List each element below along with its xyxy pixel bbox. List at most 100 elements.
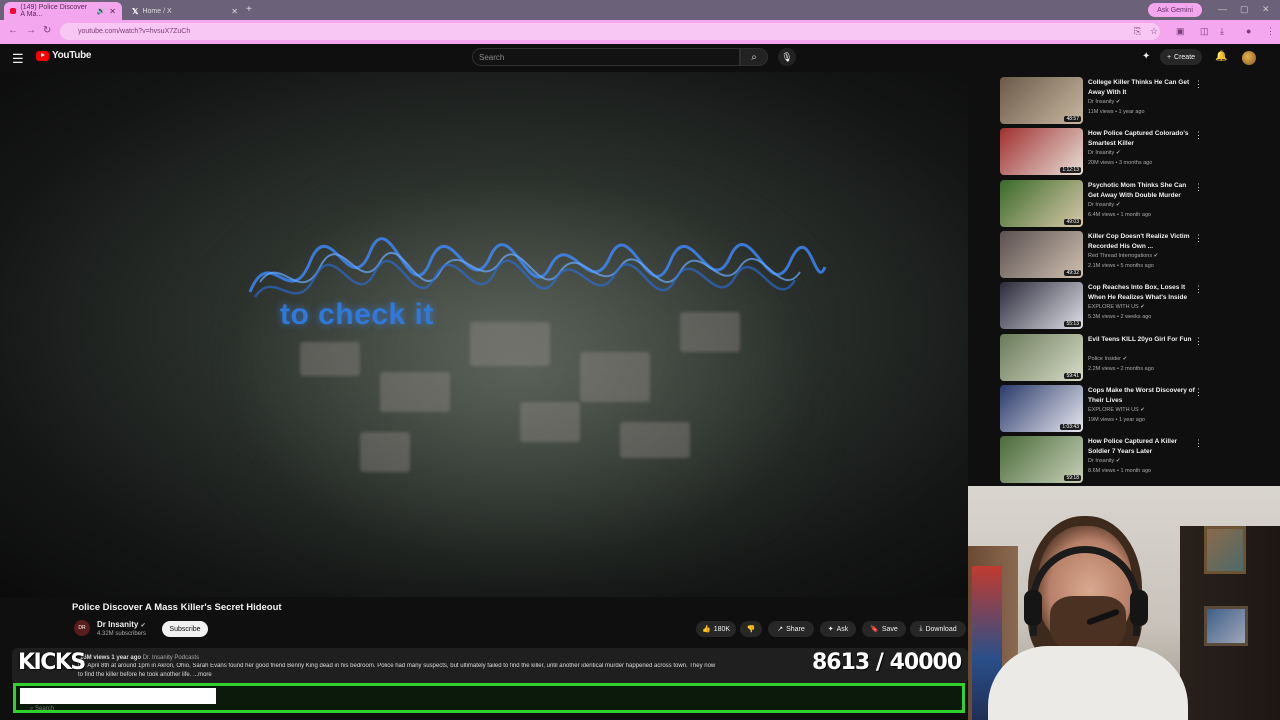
more-options-icon[interactable]: ⋮ <box>1194 130 1203 141</box>
forward-icon[interactable]: → <box>26 25 36 36</box>
related-video-title[interactable]: Cops Make the Worst Discovery of Their L… <box>1088 386 1196 406</box>
related-video-channel[interactable]: Dr Insanity ✔ <box>1088 458 1120 464</box>
video-thumbnail[interactable]: 59:41 <box>1000 333 1083 381</box>
related-video-channel[interactable]: Dr Insanity ✔ <box>1088 99 1120 105</box>
search-button[interactable]: ⌕ <box>740 48 768 66</box>
related-video-title[interactable]: Cop Reaches Into Box, Loses It When He R… <box>1088 283 1196 303</box>
related-video-title[interactable]: Killer Cop Doesn't Realize Victim Record… <box>1088 232 1196 252</box>
video-thumbnail[interactable]: 55:13 <box>1000 282 1083 330</box>
like-button[interactable]: 👍 180K <box>696 621 736 637</box>
download-icon[interactable]: ⤓ <box>1220 26 1224 37</box>
ask-gemini-button[interactable]: Ask Gemini <box>1148 3 1202 17</box>
background-painting <box>1204 526 1246 574</box>
video-thumbnail[interactable]: 1:03:43 <box>1000 384 1083 432</box>
save-button[interactable]: 🔖 Save <box>862 621 906 637</box>
close-tab-icon[interactable]: ✕ <box>231 7 238 16</box>
duration-badge: 59:41 <box>1064 372 1081 379</box>
video-thumbnail[interactable]: 49:03 <box>1000 179 1083 227</box>
account-avatar[interactable] <box>1242 51 1256 65</box>
taskbar <box>0 704 968 720</box>
tab-youtube[interactable]: (149) Police Discover A Ma... 🔊 ✕ <box>4 2 122 20</box>
verified-check-icon: ✔ <box>1115 458 1121 465</box>
more-options-icon[interactable]: ⋮ <box>1194 182 1203 193</box>
voice-search-button[interactable]: 🎙 <box>778 48 796 66</box>
more-options-icon[interactable]: ⋮ <box>1194 438 1203 449</box>
video-thumbnail[interactable]: 1:12:13 <box>1000 128 1083 176</box>
extensions-icon[interactable]: ▣ <box>1176 26 1185 37</box>
headset-earcup <box>1130 590 1148 626</box>
related-video-item[interactable]: 55:13 Cop Reaches Into Box, Loses It When… <box>1000 282 1210 330</box>
sidebar-icon[interactable]: ◫ <box>1200 26 1209 37</box>
back-icon[interactable]: ← <box>8 25 18 36</box>
related-video-channel[interactable]: Red Thread Interrogations ✔ <box>1088 253 1158 259</box>
related-video-item[interactable]: 59:41 Evil Teens KILL 20yo Girl For Fun Po… <box>1000 333 1210 381</box>
notifications-bell-icon[interactable]: 🔔 <box>1215 51 1227 62</box>
menu-kebab-icon[interactable]: ⋮ <box>1266 26 1275 37</box>
verified-check-icon: ✔ <box>1153 252 1159 259</box>
ask-label: Ask <box>836 625 849 633</box>
thumbs-down-icon: 👎 <box>746 626 756 633</box>
maximize-icon[interactable]: ▢ <box>1240 4 1249 15</box>
related-video-channel[interactable]: Police Insider ✔ <box>1088 356 1127 362</box>
related-video-meta: 11M views • 1 year ago <box>1088 109 1145 115</box>
taskbar-search[interactable]: ⌕ Search <box>30 706 54 713</box>
minimize-icon[interactable]: — <box>1218 4 1227 14</box>
close-window-icon[interactable]: ✕ <box>1262 4 1270 15</box>
related-video-channel-name: EXPLORE WITH US <box>1088 406 1139 413</box>
video-thumbnail[interactable]: 49:32 <box>1000 230 1083 278</box>
hamburger-menu-icon[interactable]: ☰ <box>12 51 24 67</box>
related-video-channel[interactable]: Dr Insanity ✔ <box>1088 150 1120 156</box>
url-input[interactable]: youtube.com/watch?v=hvsuX7ZuCh <box>60 23 1160 40</box>
channel-name[interactable]: Dr Insanity ✔ <box>97 620 146 629</box>
more-link[interactable]: ...more <box>193 672 212 678</box>
url-text: youtube.com/watch?v=hvsuX7ZuCh <box>78 28 191 35</box>
related-video-title[interactable]: Psychotic Mom Thinks She Can Get Away Wi… <box>1088 181 1196 201</box>
tab-x[interactable]: 𝕏 Home / X ✕ <box>126 2 244 20</box>
related-video-item[interactable]: 1:12:13 How Police Captured Colorado's Sm… <box>1000 128 1210 176</box>
more-options-icon[interactable]: ⋮ <box>1194 387 1203 398</box>
more-options-icon[interactable]: ⋮ <box>1194 79 1203 90</box>
download-button[interactable]: ⤓ Download <box>910 621 966 637</box>
video-thumbnail[interactable]: 59:18 <box>1000 436 1083 484</box>
related-video-channel[interactable]: EXPLORE WITH US ✔ <box>1088 407 1145 413</box>
related-video-item[interactable]: 1:03:43 Cops Make the Worst Discovery of … <box>1000 384 1210 432</box>
duration-badge: 1:03:43 <box>1060 423 1081 430</box>
speaker-icon[interactable]: 🔊 <box>97 7 106 15</box>
youtube-logo[interactable]: YouTube <box>36 50 92 61</box>
related-video-channel[interactable]: Dr Insanity ✔ <box>1088 202 1120 208</box>
create-button[interactable]: + Create <box>1160 49 1202 65</box>
ask-button[interactable]: ✦ Ask <box>820 621 856 637</box>
related-video-meta: 20M views • 3 months ago <box>1088 160 1153 167</box>
channel-avatar[interactable]: DR <box>74 620 90 636</box>
install-icon[interactable]: ⎘ <box>1134 26 1141 37</box>
profile-icon[interactable]: ● <box>1246 26 1251 36</box>
video-player[interactable]: to check it <box>0 72 968 597</box>
more-options-icon[interactable]: ⋮ <box>1194 284 1203 295</box>
download-label: Download <box>925 625 957 633</box>
related-video-item[interactable]: 49:32 Killer Cop Doesn't Realize Victim R… <box>1000 230 1210 278</box>
bookmark-star-icon[interactable]: ☆ <box>1150 26 1158 37</box>
verified-check-icon: ✔ <box>140 623 146 629</box>
search-input[interactable]: Search <box>472 48 740 66</box>
share-button[interactable]: ↗ Share <box>768 621 814 637</box>
gemini-sparkle-icon[interactable]: ✦ <box>1142 51 1150 62</box>
more-options-icon[interactable]: ⋮ <box>1194 233 1203 244</box>
video-thumbnail[interactable]: 48:57 <box>1000 77 1083 124</box>
hashtag-link[interactable]: Dr. Insanity Podcasts <box>143 655 199 661</box>
related-video-channel[interactable]: EXPLORE WITH US ✔ <box>1088 304 1145 310</box>
related-video-item[interactable]: 59:18 How Police Captured A Killer Soldie… <box>1000 436 1210 484</box>
new-tab-button[interactable]: + <box>246 4 252 15</box>
reload-icon[interactable]: ↻ <box>43 25 51 36</box>
dislike-button[interactable]: 👎 <box>740 621 762 637</box>
close-tab-icon[interactable]: ✕ <box>109 7 116 16</box>
related-video-title[interactable]: Evil Teens KILL 20yo Girl For Fun <box>1088 335 1196 345</box>
related-video-item[interactable]: 48:57 College Killer Thinks He Can Get Aw… <box>1000 77 1210 124</box>
more-options-icon[interactable]: ⋮ <box>1194 336 1203 347</box>
subscribe-button[interactable]: Subscribe <box>162 621 208 637</box>
related-video-title[interactable]: College Killer Thinks He Can Get Away Wi… <box>1088 78 1196 98</box>
sparkle-icon: ✦ <box>827 626 834 633</box>
related-video-item[interactable]: 49:03 Psychotic Mom Thinks She Can Get Aw… <box>1000 179 1210 227</box>
related-video-title[interactable]: How Police Captured A Killer Soldier 7 Y… <box>1088 437 1196 457</box>
related-video-meta: 8.6M views • 1 month ago <box>1088 468 1152 475</box>
related-video-title[interactable]: How Police Captured Colorado's Smartest … <box>1088 129 1196 149</box>
